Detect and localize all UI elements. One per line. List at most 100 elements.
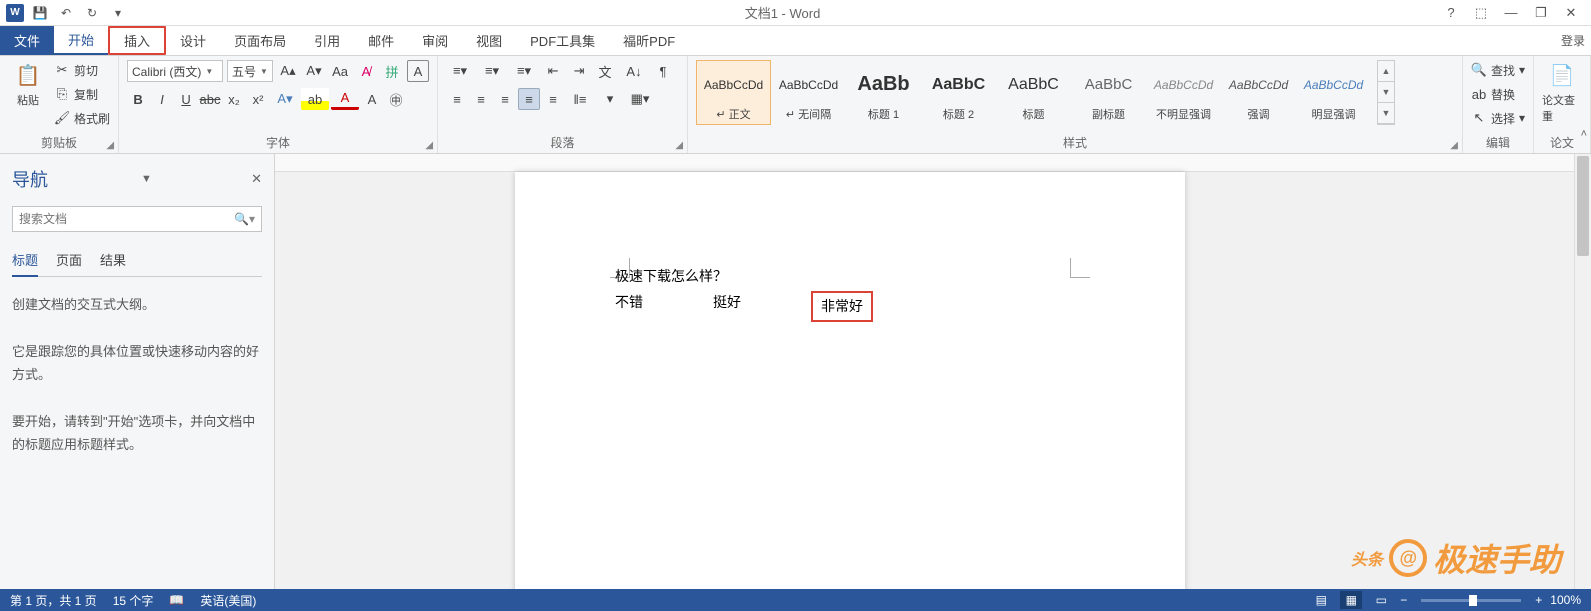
zoom-level[interactable]: 100% <box>1550 593 1581 607</box>
tab-layout[interactable]: 页面布局 <box>220 26 300 55</box>
justify-icon[interactable]: ≡ <box>518 88 540 110</box>
phonetic-icon[interactable]: 拼 <box>381 60 403 82</box>
character-border-icon[interactable]: A <box>407 60 429 82</box>
page[interactable]: 极速下载怎么样？ 不错 挺好 非常好 <box>515 172 1185 589</box>
launcher-icon[interactable]: ◢ <box>675 140 683 151</box>
borders-icon[interactable]: ▦▾ <box>626 88 654 110</box>
undo-icon[interactable]: ↶ <box>56 3 76 23</box>
nav-tab-results[interactable]: 结果 <box>100 246 126 276</box>
clear-format-icon[interactable]: A̸ <box>355 60 377 82</box>
nav-close-icon[interactable]: ✕ <box>251 171 262 187</box>
login-link[interactable]: 登录 <box>1561 32 1585 49</box>
zoom-in-icon[interactable]: + <box>1535 593 1542 607</box>
search-input[interactable] <box>19 212 234 226</box>
nav-tab-headings[interactable]: 标题 <box>12 246 38 277</box>
font-color-icon[interactable]: A <box>331 88 359 110</box>
scroll-down-icon[interactable]: ▼ <box>1378 82 1394 103</box>
enclose-char-icon[interactable]: ㊥ <box>385 88 407 110</box>
superscript-icon[interactable]: x² <box>247 88 269 110</box>
find-button[interactable]: 🔍查找 ▾ <box>1471 60 1525 80</box>
align-center-icon[interactable]: ≡ <box>470 88 492 110</box>
tab-home[interactable]: 开始 <box>54 26 108 55</box>
zoom-slider[interactable] <box>1421 599 1521 602</box>
paste-button[interactable]: 📋 粘贴 <box>8 60 48 108</box>
subscript-icon[interactable]: x₂ <box>223 88 245 110</box>
style-item[interactable]: AaBbCcDd明显强调 <box>1296 60 1371 125</box>
style-item[interactable]: AaBbCcDd↵ 无间隔 <box>771 60 846 125</box>
proofing-icon[interactable]: 📖 <box>169 593 184 607</box>
tab-pdftools[interactable]: PDF工具集 <box>516 26 609 55</box>
style-item[interactable]: AaBbCcDd↵ 正文 <box>696 60 771 125</box>
line-spacing-icon[interactable]: ‖≡ <box>566 88 594 110</box>
zoom-out-icon[interactable]: − <box>1400 593 1407 607</box>
expand-gallery-icon[interactable]: ▼ <box>1378 103 1394 124</box>
tab-insert[interactable]: 插入 <box>108 26 166 55</box>
qat-customize-icon[interactable]: ▾ <box>108 3 128 23</box>
style-item[interactable]: AaBbC标题 <box>996 60 1071 125</box>
text-direction-icon[interactable]: 文 <box>594 60 616 82</box>
align-right-icon[interactable]: ≡ <box>494 88 516 110</box>
nav-dropdown-icon[interactable]: ▼ <box>141 173 158 185</box>
select-button[interactable]: ↖选择 ▾ <box>1471 108 1525 128</box>
tab-review[interactable]: 审阅 <box>408 26 462 55</box>
tab-file[interactable]: 文件 <box>0 26 54 55</box>
strike-icon[interactable]: abc <box>199 88 221 110</box>
shrink-font-icon[interactable]: A▾ <box>303 60 325 82</box>
minimize-icon[interactable]: — <box>1497 2 1525 24</box>
tab-view[interactable]: 视图 <box>462 26 516 55</box>
collapse-ribbon-icon[interactable]: ˄ <box>1581 128 1587 140</box>
copy-button[interactable]: ⎘复制 <box>54 84 110 104</box>
style-item[interactable]: AaBb标题 1 <box>846 60 921 125</box>
cut-button[interactable]: ✂剪切 <box>54 60 110 80</box>
doc-line-2[interactable]: 不错 挺好 非常好 <box>615 291 1085 321</box>
launcher-icon[interactable]: ◢ <box>1450 140 1458 151</box>
underline-icon[interactable]: U <box>175 88 197 110</box>
launcher-icon[interactable]: ◢ <box>425 140 433 151</box>
distribute-icon[interactable]: ≡ <box>542 88 564 110</box>
shading-icon[interactable]: ▾ <box>596 88 624 110</box>
tab-design[interactable]: 设计 <box>166 26 220 55</box>
thesis-check-button[interactable]: 📄 论文查重 <box>1542 60 1582 124</box>
status-language[interactable]: 英语(美国) <box>200 592 256 609</box>
decrease-indent-icon[interactable]: ⇤ <box>542 60 564 82</box>
status-words[interactable]: 15 个字 <box>113 592 154 609</box>
tab-mailings[interactable]: 邮件 <box>354 26 408 55</box>
font-name-combo[interactable]: Calibri (西文)▼ <box>127 60 223 82</box>
grow-font-icon[interactable]: A▴ <box>277 60 299 82</box>
document-area[interactable]: 极速下载怎么样？ 不错 挺好 非常好 <box>275 154 1591 589</box>
text-effects-icon[interactable]: A▾ <box>271 88 299 110</box>
search-icon[interactable]: 🔍▾ <box>234 212 255 226</box>
highlight-icon[interactable]: ab <box>301 88 329 110</box>
ribbon-options-icon[interactable]: ⬚ <box>1467 2 1495 24</box>
tab-foxit[interactable]: 福昕PDF <box>609 26 689 55</box>
nav-tab-pages[interactable]: 页面 <box>56 246 82 276</box>
increase-indent-icon[interactable]: ⇥ <box>568 60 590 82</box>
zoom-thumb[interactable] <box>1469 595 1477 606</box>
status-page[interactable]: 第 1 页，共 1 页 <box>10 592 97 609</box>
launcher-icon[interactable]: ◢ <box>106 140 114 151</box>
ruler[interactable] <box>275 154 1591 172</box>
bullets-icon[interactable]: ≡▾ <box>446 60 474 82</box>
print-layout-icon[interactable]: ▦ <box>1340 591 1362 609</box>
nav-search[interactable]: 🔍▾ <box>12 206 262 232</box>
font-size-combo[interactable]: 五号▼ <box>227 60 273 82</box>
multilevel-icon[interactable]: ≡▾ <box>510 60 538 82</box>
vertical-scrollbar[interactable] <box>1574 154 1591 589</box>
change-case-icon[interactable]: Aa <box>329 60 351 82</box>
show-marks-icon[interactable]: ¶ <box>652 60 674 82</box>
help-icon[interactable]: ? <box>1437 2 1465 24</box>
style-item[interactable]: AaBbCcDd强调 <box>1221 60 1296 125</box>
doc-line-1[interactable]: 极速下载怎么样？ <box>615 267 1085 289</box>
sort-icon[interactable]: A↓ <box>620 60 648 82</box>
read-mode-icon[interactable]: ▤ <box>1310 591 1332 609</box>
align-left-icon[interactable]: ≡ <box>446 88 468 110</box>
style-item[interactable]: AaBbC副标题 <box>1071 60 1146 125</box>
format-painter-button[interactable]: 🖌格式刷 <box>54 108 110 128</box>
character-shading-icon[interactable]: A <box>361 88 383 110</box>
numbering-icon[interactable]: ≡▾ <box>478 60 506 82</box>
tab-references[interactable]: 引用 <box>300 26 354 55</box>
restore-icon[interactable]: ❐ <box>1527 2 1555 24</box>
scrollbar-thumb[interactable] <box>1577 156 1589 256</box>
highlighted-word[interactable]: 非常好 <box>811 291 873 321</box>
close-icon[interactable]: ✕ <box>1557 2 1585 24</box>
